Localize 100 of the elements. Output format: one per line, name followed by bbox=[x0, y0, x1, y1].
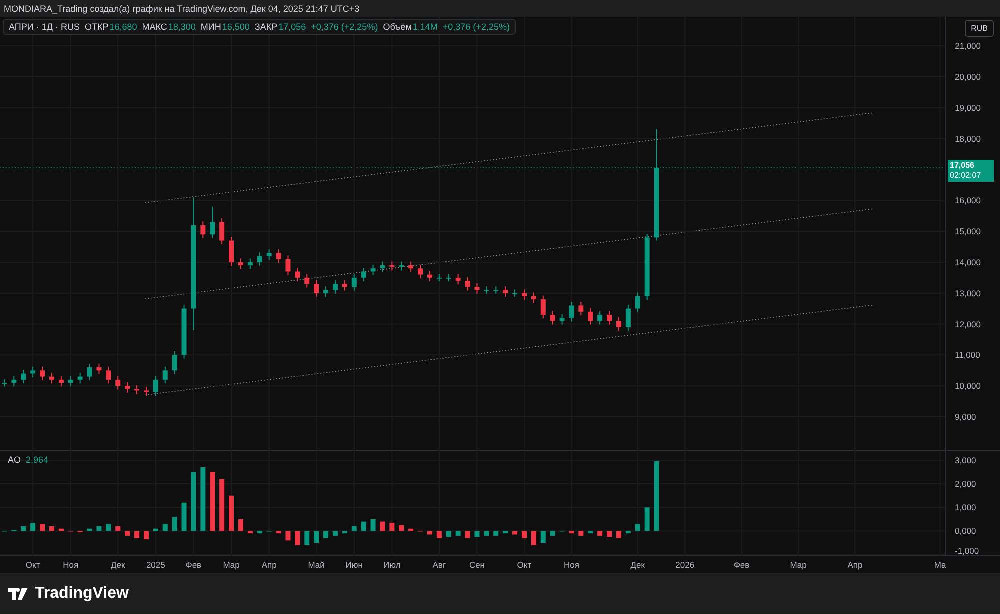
ao-bar bbox=[229, 496, 234, 532]
axis-label: Мар bbox=[223, 560, 240, 570]
candlestick bbox=[106, 366, 112, 384]
candlestick bbox=[210, 206, 216, 239]
candlestick bbox=[503, 286, 508, 298]
axis-label: Июн bbox=[346, 560, 363, 570]
ohlc-label: ЗАКР bbox=[254, 22, 278, 32]
ao-bar bbox=[238, 519, 244, 532]
ohlc-label: ОТКР bbox=[84, 22, 109, 32]
indicator-value: 2,964 bbox=[26, 455, 49, 465]
candlestick bbox=[162, 366, 168, 384]
axis-label: -1,000 bbox=[955, 546, 980, 556]
candlestick bbox=[616, 316, 622, 332]
ao-bar bbox=[96, 526, 102, 532]
ao-bar bbox=[220, 479, 225, 532]
axis-label: 3,000 bbox=[955, 455, 976, 466]
ao-bar bbox=[276, 531, 282, 534]
candlestick bbox=[182, 304, 187, 360]
axis-label: Июл bbox=[384, 560, 401, 570]
ao-bar bbox=[370, 519, 376, 532]
axis-label: Фев bbox=[186, 560, 202, 570]
candlestick bbox=[200, 221, 206, 239]
candlestick bbox=[540, 295, 546, 320]
ao-bar bbox=[361, 522, 366, 532]
chart-attribution: MONDIARA_Trading создал(а) график на TradingView.com, Дек 04, 2025 21:47 UTC+3 bbox=[4, 4, 360, 14]
candlestick bbox=[68, 376, 74, 388]
ao-bar bbox=[569, 531, 574, 534]
logo-icon bbox=[8, 588, 30, 600]
price-change: +0,376 (+2,25%) bbox=[311, 22, 378, 32]
axis-label: Ноя bbox=[564, 560, 580, 570]
candlestick bbox=[116, 376, 121, 390]
axis-label: Апр bbox=[262, 560, 277, 570]
candlestick bbox=[607, 310, 612, 326]
ao-bar bbox=[598, 531, 603, 536]
axis-label: Ноя bbox=[63, 560, 79, 570]
candlestick bbox=[12, 376, 17, 388]
candlestick bbox=[512, 289, 518, 298]
ao-bar bbox=[106, 524, 112, 532]
axis-label: 10,000 bbox=[955, 381, 981, 392]
candlestick bbox=[96, 363, 102, 375]
ao-bar bbox=[494, 531, 499, 536]
candlestick bbox=[569, 302, 574, 322]
ohlc-value: 18,300 bbox=[168, 22, 196, 32]
currency-button[interactable]: RUB bbox=[965, 20, 994, 37]
candlestick bbox=[446, 274, 452, 282]
axis-label: 1,000 bbox=[955, 502, 976, 513]
ao-bar bbox=[182, 502, 187, 532]
symbol-label[interactable]: АПРИ · 1Д · RUS bbox=[9, 22, 80, 32]
ao-bar bbox=[635, 524, 640, 532]
ao-bar bbox=[456, 531, 461, 536]
ao-bar bbox=[116, 526, 121, 532]
candlestick bbox=[644, 234, 650, 301]
ao-bar bbox=[200, 468, 206, 532]
candlestick bbox=[87, 363, 92, 382]
candlestick bbox=[314, 280, 320, 298]
ao-bar bbox=[408, 528, 414, 532]
axis-label: 13,000 bbox=[955, 288, 981, 298]
ohlc-value: 16,500 bbox=[222, 22, 250, 32]
candlestick bbox=[560, 314, 565, 326]
axis-label: 21,000 bbox=[955, 41, 981, 52]
candlestick bbox=[635, 292, 640, 314]
ao-bar bbox=[191, 472, 196, 532]
axis-label: Май bbox=[308, 560, 325, 570]
candlestick bbox=[361, 268, 366, 282]
ao-bar bbox=[153, 528, 158, 532]
ao-bar bbox=[616, 531, 622, 538]
candlestick bbox=[531, 292, 536, 304]
ao-bar bbox=[390, 522, 395, 532]
candlestick bbox=[399, 261, 404, 272]
ao-bar bbox=[540, 531, 546, 544]
candlestick bbox=[134, 384, 140, 395]
ao-bar bbox=[125, 531, 130, 536]
candlestick bbox=[626, 304, 631, 332]
ao-bar bbox=[380, 522, 386, 532]
ao-bar bbox=[644, 508, 650, 532]
ohlc-label: МИН bbox=[200, 22, 222, 32]
ao-bar bbox=[474, 531, 480, 538]
ao-bar bbox=[588, 531, 594, 534]
candlestick bbox=[332, 280, 338, 294]
axis-label: Дек bbox=[111, 560, 126, 570]
ao-bar bbox=[484, 531, 490, 536]
candlestick bbox=[2, 378, 8, 388]
candlestick bbox=[588, 308, 594, 326]
candlestick bbox=[456, 274, 461, 286]
candlestick bbox=[295, 268, 300, 282]
ao-bar bbox=[257, 531, 262, 534]
candlestick bbox=[418, 264, 424, 280]
candlestick bbox=[494, 286, 499, 294]
volume-value: 1,14M bbox=[412, 22, 438, 32]
axis-label: Фев bbox=[734, 560, 750, 570]
ao-bar bbox=[172, 517, 178, 532]
candlestick bbox=[30, 366, 36, 378]
ao-bar bbox=[578, 531, 584, 536]
candlestick bbox=[427, 270, 432, 282]
candlestick bbox=[408, 261, 414, 273]
candlestick bbox=[598, 310, 603, 326]
candlestick bbox=[522, 289, 527, 301]
ao-bar bbox=[304, 531, 310, 546]
candlestick bbox=[153, 376, 158, 396]
candlestick bbox=[78, 372, 83, 384]
